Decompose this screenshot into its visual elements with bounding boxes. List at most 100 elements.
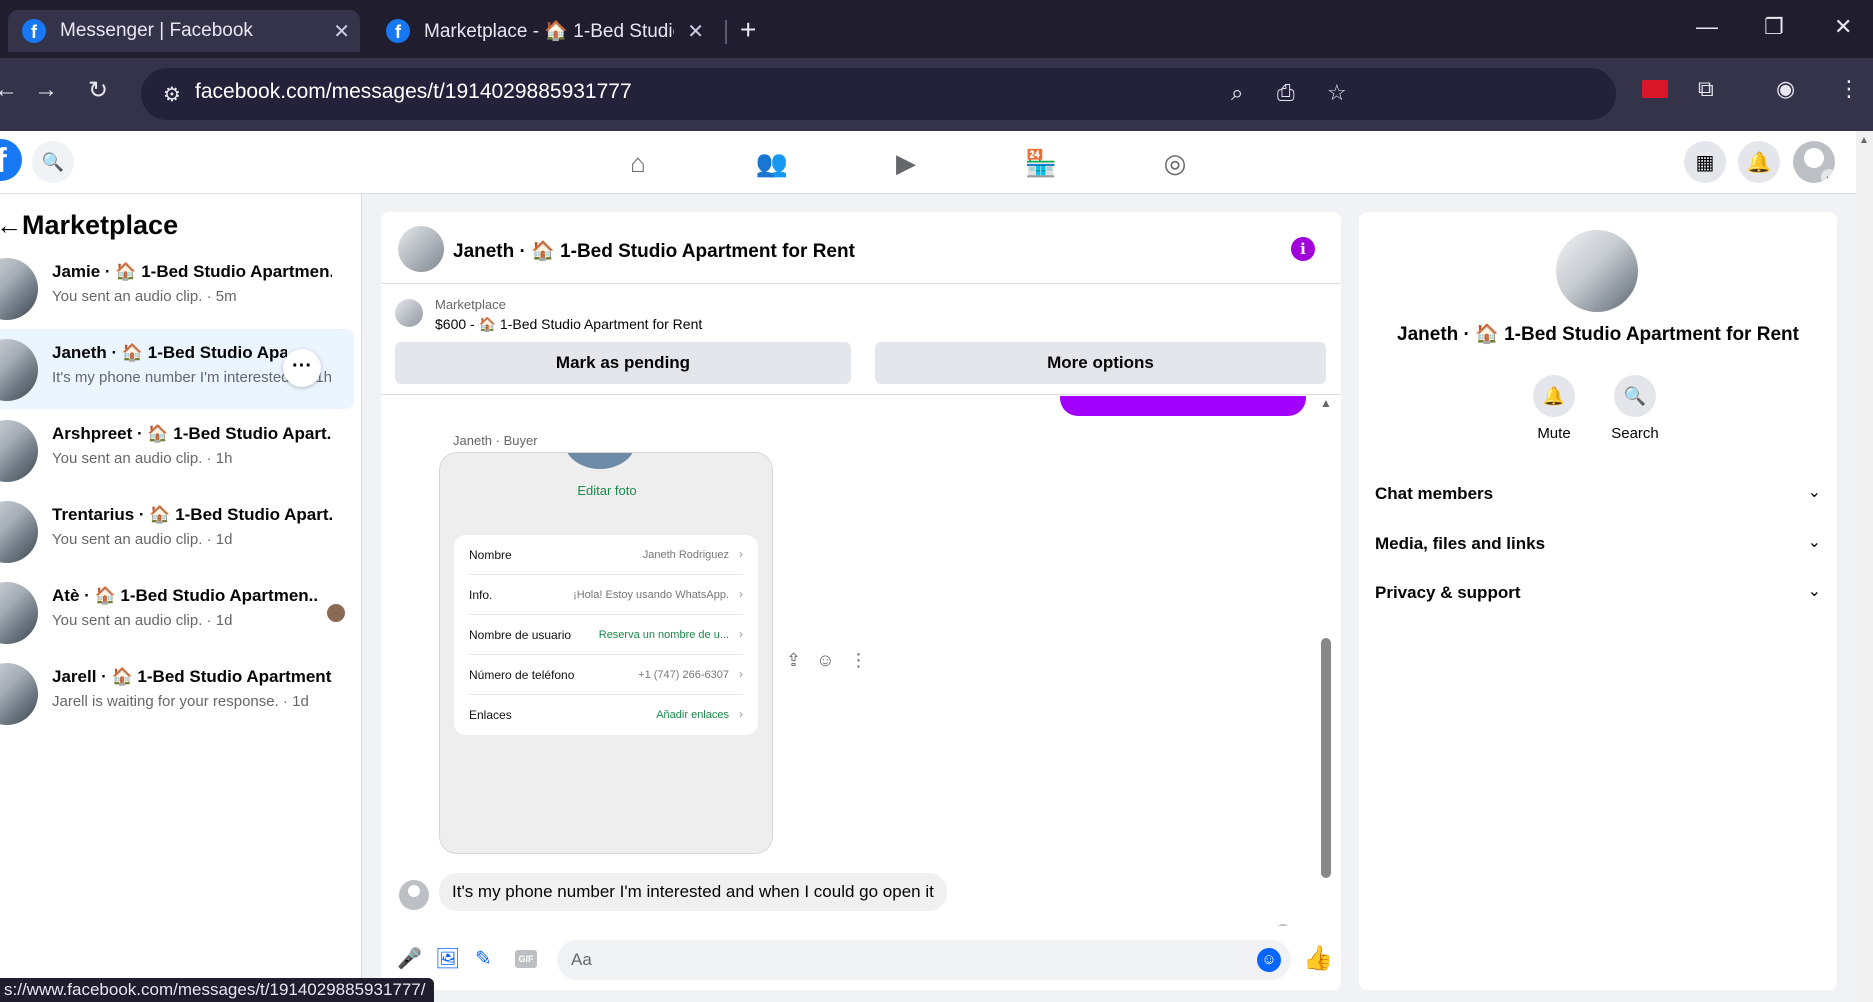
notifications-bell-icon[interactable]: 🔔 <box>1738 141 1780 183</box>
thumbs-up-icon[interactable]: 👍 <box>1303 944 1333 973</box>
conversation-avatar[interactable] <box>1556 230 1638 312</box>
video-icon[interactable]: ▶ <box>886 143 926 183</box>
account-avatar[interactable]: ⌄ <box>1793 141 1835 183</box>
gif-icon[interactable]: GIF <box>515 950 537 968</box>
site-info-icon[interactable]: ⚙ <box>163 82 181 107</box>
section-label: Media, files and links <box>1375 534 1546 553</box>
chevron-down-icon: ⌄ <box>1807 484 1821 501</box>
media-files-links-section[interactable]: Media, files and links ⌄ <box>1375 522 1821 566</box>
chat-title[interactable]: Janeth · 🏠 1-Bed Studio Apartment for Re… <box>453 239 855 263</box>
conversation-item[interactable]: Trentarius · 🏠 1-Bed Studio Apart... You… <box>0 491 354 571</box>
conversation-sidebar: ← Marketplace Jamie · 🏠 1-Bed Studio Apa… <box>0 194 362 1002</box>
install-app-icon[interactable]: ⎙ <box>1277 80 1295 106</box>
sender-label: Janeth · Buyer <box>453 433 538 448</box>
wa-row-value: Reserva un nombre de u... <box>598 629 729 641</box>
chevron-right-icon: › <box>739 547 743 561</box>
menu-grid-icon[interactable]: ▦ <box>1684 141 1726 183</box>
edit-photo-text: Editar foto <box>577 483 637 498</box>
tab-messenger[interactable]: f Messenger | Facebook ✕ <box>8 10 360 52</box>
chat-panel: Janeth · 🏠 1-Bed Studio Apartment for Re… <box>381 212 1341 990</box>
facebook-logo-icon[interactable]: f <box>0 139 22 181</box>
outgoing-message-bubble[interactable] <box>1060 396 1306 416</box>
bookmark-star-icon[interactable]: ☆ <box>1327 80 1347 106</box>
tab-marketplace[interactable]: f Marketplace - 🏠 1-Bed Studio ✕ <box>372 10 714 52</box>
search-icon: 🔍 <box>1614 375 1656 417</box>
conversation-thumbnail <box>0 258 38 320</box>
new-tab-icon[interactable]: + <box>740 14 756 46</box>
extension-red-icon[interactable] <box>1642 80 1668 98</box>
share-icon[interactable]: ⇪ <box>786 650 801 670</box>
window-close-icon[interactable]: ✕ <box>1834 14 1852 40</box>
whatsapp-profile-card: Nombre Janeth Rodriguez › Info. ¡Hola! E… <box>454 535 758 735</box>
conversation-name: Janeth · 🏠 1-Bed Studio Apartment for Re… <box>1397 324 1799 345</box>
conversation-item[interactable]: Arshpreet · 🏠 1-Bed Studio Apart... You … <box>0 410 354 490</box>
attach-photo-icon[interactable]: 🖼 <box>435 946 460 971</box>
sticker-icon[interactable]: ✎ <box>475 946 492 971</box>
marketplace-icon[interactable]: 🏪 <box>1021 143 1061 183</box>
sender-avatar[interactable] <box>399 880 429 910</box>
tab-separator <box>725 20 727 44</box>
mark-as-pending-button[interactable]: Mark as pending <box>395 342 851 384</box>
back-arrow-icon[interactable]: ← <box>0 210 22 241</box>
mute-button[interactable]: 🔔 Mute <box>1514 375 1594 442</box>
conversation-name: Trentarius · 🏠 1-Bed Studio Apart... <box>52 505 332 524</box>
conversation-item[interactable]: Atè · 🏠 1-Bed Studio Apartmen... You sen… <box>0 572 354 652</box>
conversation-more-button[interactable]: ··· <box>283 349 321 387</box>
chevron-down-icon: ⌄ <box>1821 169 1835 183</box>
wa-row-key: Info. <box>469 588 493 602</box>
more-options-button[interactable]: More options <box>875 342 1326 384</box>
microphone-icon[interactable]: 🎤 <box>397 946 422 971</box>
incoming-message-bubble[interactable]: It's my phone number I'm interested and … <box>439 873 947 911</box>
emoji-icon[interactable]: ☺ <box>1257 948 1281 972</box>
url-text[interactable]: facebook.com/messages/t/1914029885931777 <box>195 80 632 104</box>
conversation-snippet: You sent an audio clip. · 1d <box>52 612 233 629</box>
zoom-icon[interactable]: ⌕ <box>1231 80 1243 106</box>
search-icon[interactable]: 🔍 <box>32 141 74 183</box>
close-tab-icon[interactable]: ✕ <box>687 19 704 44</box>
home-icon[interactable]: ⌂ <box>618 143 658 183</box>
info-icon[interactable]: i <box>1291 237 1315 261</box>
minimize-icon[interactable]: — <box>1696 14 1718 40</box>
restore-icon[interactable]: ❐ <box>1764 14 1784 40</box>
react-emoji-icon[interactable]: ☺ <box>816 650 834 670</box>
bell-icon: 🔔 <box>1533 375 1575 417</box>
scrollbar-thumb[interactable] <box>1321 638 1331 878</box>
conversation-thumbnail <box>0 663 38 725</box>
conversation-snippet: You sent an audio clip. · 1h <box>52 450 233 467</box>
conversation-item[interactable]: Jamie · 🏠 1-Bed Studio Apartmen... You s… <box>0 248 354 328</box>
listing-thumbnail[interactable] <box>395 299 423 327</box>
chat-members-section[interactable]: Chat members ⌄ <box>1375 472 1821 516</box>
friends-icon[interactable]: 👥 <box>752 143 792 183</box>
message-hover-actions: ⇪ ☺ ⋮ <box>786 650 878 671</box>
scroll-up-icon[interactable]: ▲ <box>1320 396 1332 410</box>
conversation-thumbnail <box>0 420 38 482</box>
extensions-puzzle-icon[interactable]: ⧉ <box>1698 76 1714 102</box>
conversation-item-selected[interactable]: Janeth · 🏠 1-Bed Studio Apartm... It's m… <box>0 329 354 409</box>
profile-icon[interactable]: ◉ <box>1776 76 1795 102</box>
search-button[interactable]: 🔍 Search <box>1595 375 1675 442</box>
tab-title: Marketplace - 🏠 1-Bed Studio <box>424 21 674 42</box>
scroll-up-icon[interactable]: ▲ <box>1859 135 1869 146</box>
privacy-support-section[interactable]: Privacy & support ⌄ <box>1375 571 1821 615</box>
chevron-down-icon: ⌄ <box>1807 583 1821 600</box>
page-scrollbar[interactable]: ▲ <box>1856 131 1873 1002</box>
chevron-right-icon: › <box>739 587 743 601</box>
mute-label: Mute <box>1537 425 1571 442</box>
shared-image-attachment[interactable]: Editar foto Nombre Janeth Rodriguez › In… <box>439 452 773 854</box>
back-icon[interactable]: ← <box>0 76 18 104</box>
listing-price[interactable]: $600 - 🏠 1-Bed Studio Apartment for Rent <box>435 316 702 333</box>
wa-row-key: Nombre <box>469 548 512 562</box>
browser-menu-icon[interactable]: ⋮ <box>1838 76 1860 102</box>
more-vertical-icon[interactable]: ⋮ <box>850 650 868 670</box>
reload-icon[interactable]: ↻ <box>88 76 108 105</box>
chat-avatar[interactable] <box>398 226 444 272</box>
seen-avatar <box>327 604 345 622</box>
forward-icon[interactable]: → <box>34 76 58 104</box>
message-input[interactable] <box>557 940 1291 980</box>
close-tab-icon[interactable]: ✕ <box>333 19 350 44</box>
address-bar[interactable]: ⚙ facebook.com/messages/t/19140298859317… <box>141 68 1616 120</box>
groups-icon[interactable]: ◎ <box>1155 143 1195 183</box>
thread-scrollbar[interactable]: ▲ ▼ <box>1320 396 1332 966</box>
conversation-item[interactable]: Jarell · 🏠 1-Bed Studio Apartment... Jar… <box>0 653 354 733</box>
wa-row: Nombre de usuario Reserva un nombre de u… <box>469 615 743 655</box>
